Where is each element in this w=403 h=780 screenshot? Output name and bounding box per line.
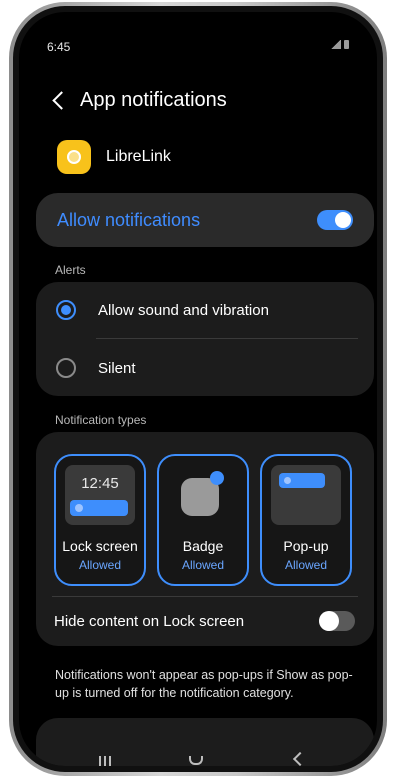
- header: App notifications: [49, 88, 227, 112]
- notification-bar-icon: [70, 500, 128, 516]
- badge-preview-icon: [168, 465, 238, 525]
- tile-badge[interactable]: Badge Allowed: [157, 454, 249, 586]
- hide-content-label: Hide content on Lock screen: [54, 612, 245, 630]
- lock-screen-preview-icon: 12:45: [65, 465, 135, 525]
- alert-option-silent[interactable]: Silent: [56, 358, 136, 378]
- notification-types-section-label: Notification types: [55, 413, 147, 427]
- footnote-text: Notifications won't appear as pop-ups if…: [55, 668, 353, 700]
- status-icons: [331, 40, 349, 49]
- status-bar: 6:45: [47, 38, 349, 54]
- pop-up-bar-icon: [279, 473, 325, 488]
- navigation-bar: [19, 750, 377, 766]
- phone-screen: 6:45 App notifications LibreLink Allow n…: [19, 12, 377, 766]
- tile-pop-up[interactable]: Pop-up Allowed: [260, 454, 352, 586]
- pop-up-preview-icon: [271, 465, 341, 525]
- tile-title: Pop-up: [283, 538, 329, 554]
- status-time: 6:45: [47, 40, 71, 54]
- tile-status: Allowed: [78, 558, 122, 572]
- signal-icon: [331, 40, 341, 49]
- tile-title: Badge: [182, 538, 224, 554]
- battery-icon: [344, 40, 349, 49]
- phone-bezel: 6:45 App notifications LibreLink Allow n…: [13, 6, 383, 772]
- allow-notifications-label: Allow notifications: [57, 209, 201, 230]
- phone-frame: 6:45 App notifications LibreLink Allow n…: [9, 2, 387, 776]
- allow-notifications-toggle[interactable]: [317, 210, 353, 230]
- alert-option-label: Silent: [98, 359, 136, 377]
- recent-apps-icon[interactable]: [99, 756, 113, 766]
- tile-lock-screen[interactable]: 12:45 Lock screen Allowed: [54, 454, 146, 586]
- back-icon[interactable]: [292, 751, 308, 766]
- lock-screen-preview-time: 12:45: [81, 475, 119, 492]
- page-title: App notifications: [80, 88, 227, 111]
- divider: [96, 338, 358, 339]
- alert-option-sound-vibration[interactable]: Allow sound and vibration: [56, 300, 269, 320]
- back-arrow-icon[interactable]: [49, 88, 69, 112]
- hide-content-toggle[interactable]: [319, 611, 355, 631]
- app-row: LibreLink: [57, 140, 171, 174]
- tile-title: Lock screen: [62, 538, 138, 554]
- tile-status: Allowed: [284, 558, 328, 572]
- app-name: LibreLink: [106, 148, 171, 165]
- radio-unselected-icon[interactable]: [56, 358, 76, 378]
- allow-notifications-row[interactable]: Allow notifications: [36, 193, 374, 247]
- notification-types-card: 12:45 Lock screen Allowed Badge Allowed: [36, 432, 374, 646]
- alert-option-label: Allow sound and vibration: [98, 301, 269, 319]
- hide-content-row[interactable]: Hide content on Lock screen: [54, 611, 355, 631]
- alerts-card: Allow sound and vibration Silent: [36, 282, 374, 396]
- alerts-section-label: Alerts: [55, 263, 86, 277]
- badge-dot-icon: [210, 471, 224, 485]
- librelink-app-icon: [57, 140, 91, 174]
- divider: [52, 596, 358, 597]
- home-icon[interactable]: [189, 756, 203, 765]
- tile-status: Allowed: [181, 558, 225, 572]
- radio-selected-icon[interactable]: [56, 300, 76, 320]
